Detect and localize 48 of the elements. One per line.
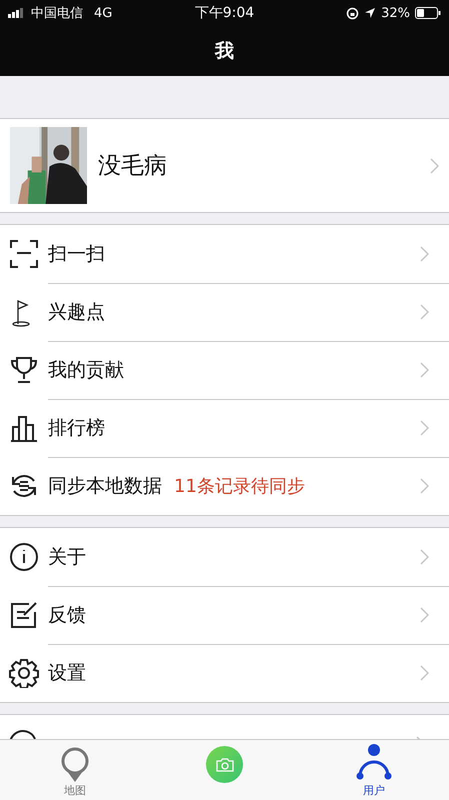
carrier-name: 中国电信 xyxy=(31,5,83,22)
menu-item[interactable]: 扫一扫 xyxy=(0,225,449,283)
menu-label: 关于 xyxy=(48,545,86,570)
menu-label: 扫一扫 xyxy=(48,242,105,267)
user-name: 没毛病 xyxy=(98,152,168,181)
network-type: 4G xyxy=(94,6,112,20)
menu-label: 排行榜 xyxy=(48,416,105,441)
signal-icon xyxy=(8,8,26,18)
battery-percent: 32% xyxy=(381,6,410,20)
chevron-icon xyxy=(420,246,429,262)
trophy-icon xyxy=(9,355,39,385)
tab[interactable]: 用户 xyxy=(299,740,449,800)
location-arrow-icon xyxy=(364,7,376,19)
chevron-icon xyxy=(420,304,429,320)
battery-icon xyxy=(415,7,441,19)
chevron-icon xyxy=(430,158,439,174)
profile-row[interactable]: 没毛病 xyxy=(0,119,449,213)
menu-item[interactable]: 排行榜 xyxy=(0,399,449,457)
map-pin-icon xyxy=(58,747,91,783)
edit-icon xyxy=(9,600,39,630)
chevron-icon xyxy=(420,549,429,565)
chevron-icon xyxy=(420,420,429,436)
tab[interactable]: 地图 xyxy=(0,740,150,800)
info-icon xyxy=(9,542,39,572)
chevron-icon xyxy=(420,362,429,378)
menu-label: 兴趣点 xyxy=(48,300,105,325)
chevron-icon xyxy=(420,607,429,623)
camera-button[interactable] xyxy=(206,746,243,783)
rotation-lock-icon xyxy=(346,6,360,20)
menu-item[interactable]: 兴趣点 xyxy=(0,283,449,341)
camera-icon xyxy=(216,758,234,772)
settings-icon xyxy=(9,658,39,688)
page-title: 我 xyxy=(215,39,234,64)
menu-item[interactable]: 同步本地数据 11条记录待同步 xyxy=(0,457,449,515)
sync-pending-note: 11条记录待同步 xyxy=(174,475,305,498)
status-time: 下午9:04 xyxy=(194,4,254,22)
chevron-icon xyxy=(420,478,429,494)
menu-item[interactable]: 我的贡献 xyxy=(0,341,449,399)
scan-icon xyxy=(9,239,39,269)
menu-label: 同步本地数据 xyxy=(48,474,162,499)
menu-label: 设置 xyxy=(48,661,86,686)
menu-label: 反馈 xyxy=(48,603,86,628)
menu-item[interactable]: 反馈 xyxy=(0,586,449,644)
menu-item[interactable]: 设置 xyxy=(0,644,449,702)
menu-label: 我的贡献 xyxy=(48,358,124,383)
bar-chart-icon xyxy=(9,413,39,443)
menu-item[interactable]: 关于 xyxy=(0,528,449,586)
chevron-icon xyxy=(420,665,429,681)
